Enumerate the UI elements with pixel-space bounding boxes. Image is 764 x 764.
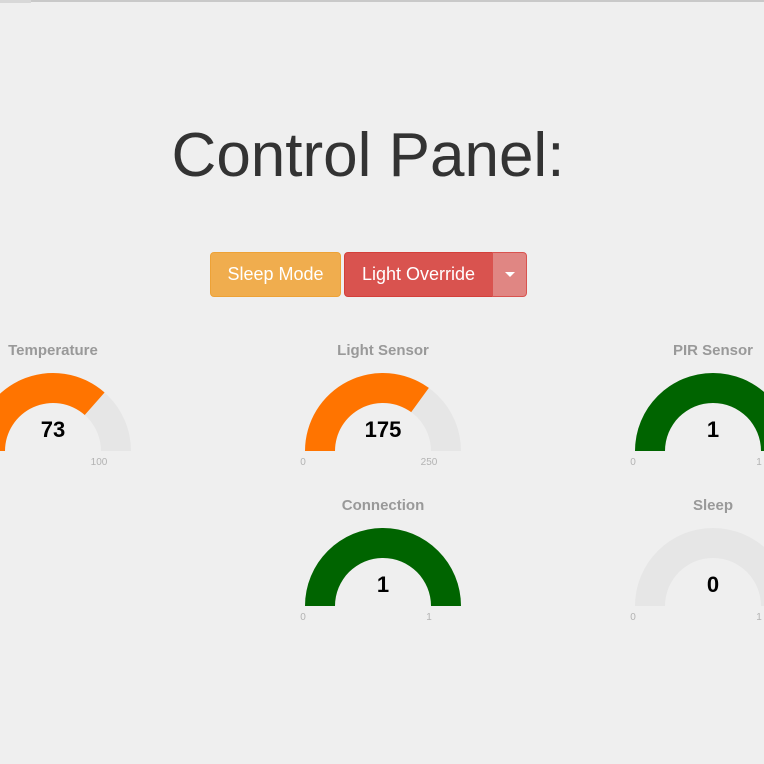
gauge-value: 175: [364, 417, 402, 442]
page-title: Control Panel:: [171, 121, 565, 190]
light-override-button[interactable]: Light Override: [344, 252, 493, 297]
gauge-value: 1: [376, 572, 390, 597]
gauge-max: 1: [756, 457, 762, 468]
caret-down-icon: [504, 272, 515, 277]
connection-gauge: Connection 1 0 1: [283, 497, 483, 637]
gauge-max: 1: [756, 612, 762, 623]
light-sensor-gauge: Light Sensor 175 0 250: [283, 342, 483, 482]
gauge-value: 73: [40, 417, 66, 442]
temperature-gauge: Temperature 73 0 100: [0, 342, 153, 482]
gauge-max: 1: [426, 612, 432, 623]
gauge-min: 0: [300, 457, 306, 468]
sleep-gauge: Sleep 0 0 1: [613, 497, 764, 637]
gauge-max: 100: [90, 457, 108, 468]
gauge-arc: [0, 372, 131, 451]
browser-top-border: [0, 0, 764, 2]
gauge-value: 0: [706, 572, 720, 597]
pir-sensor-gauge: PIR Sensor 1 0 1: [613, 342, 764, 482]
sleep-mode-button[interactable]: Sleep Mode: [210, 252, 341, 297]
browser-tab-edge: [0, 0, 31, 3]
gauge-min: 0: [630, 612, 636, 623]
gauge-value: 1: [706, 417, 720, 442]
gauge-min: 0: [300, 612, 306, 623]
gauge-min: 0: [630, 457, 636, 468]
gauge-max: 250: [420, 457, 438, 468]
light-override-dropdown-toggle[interactable]: [492, 252, 527, 297]
